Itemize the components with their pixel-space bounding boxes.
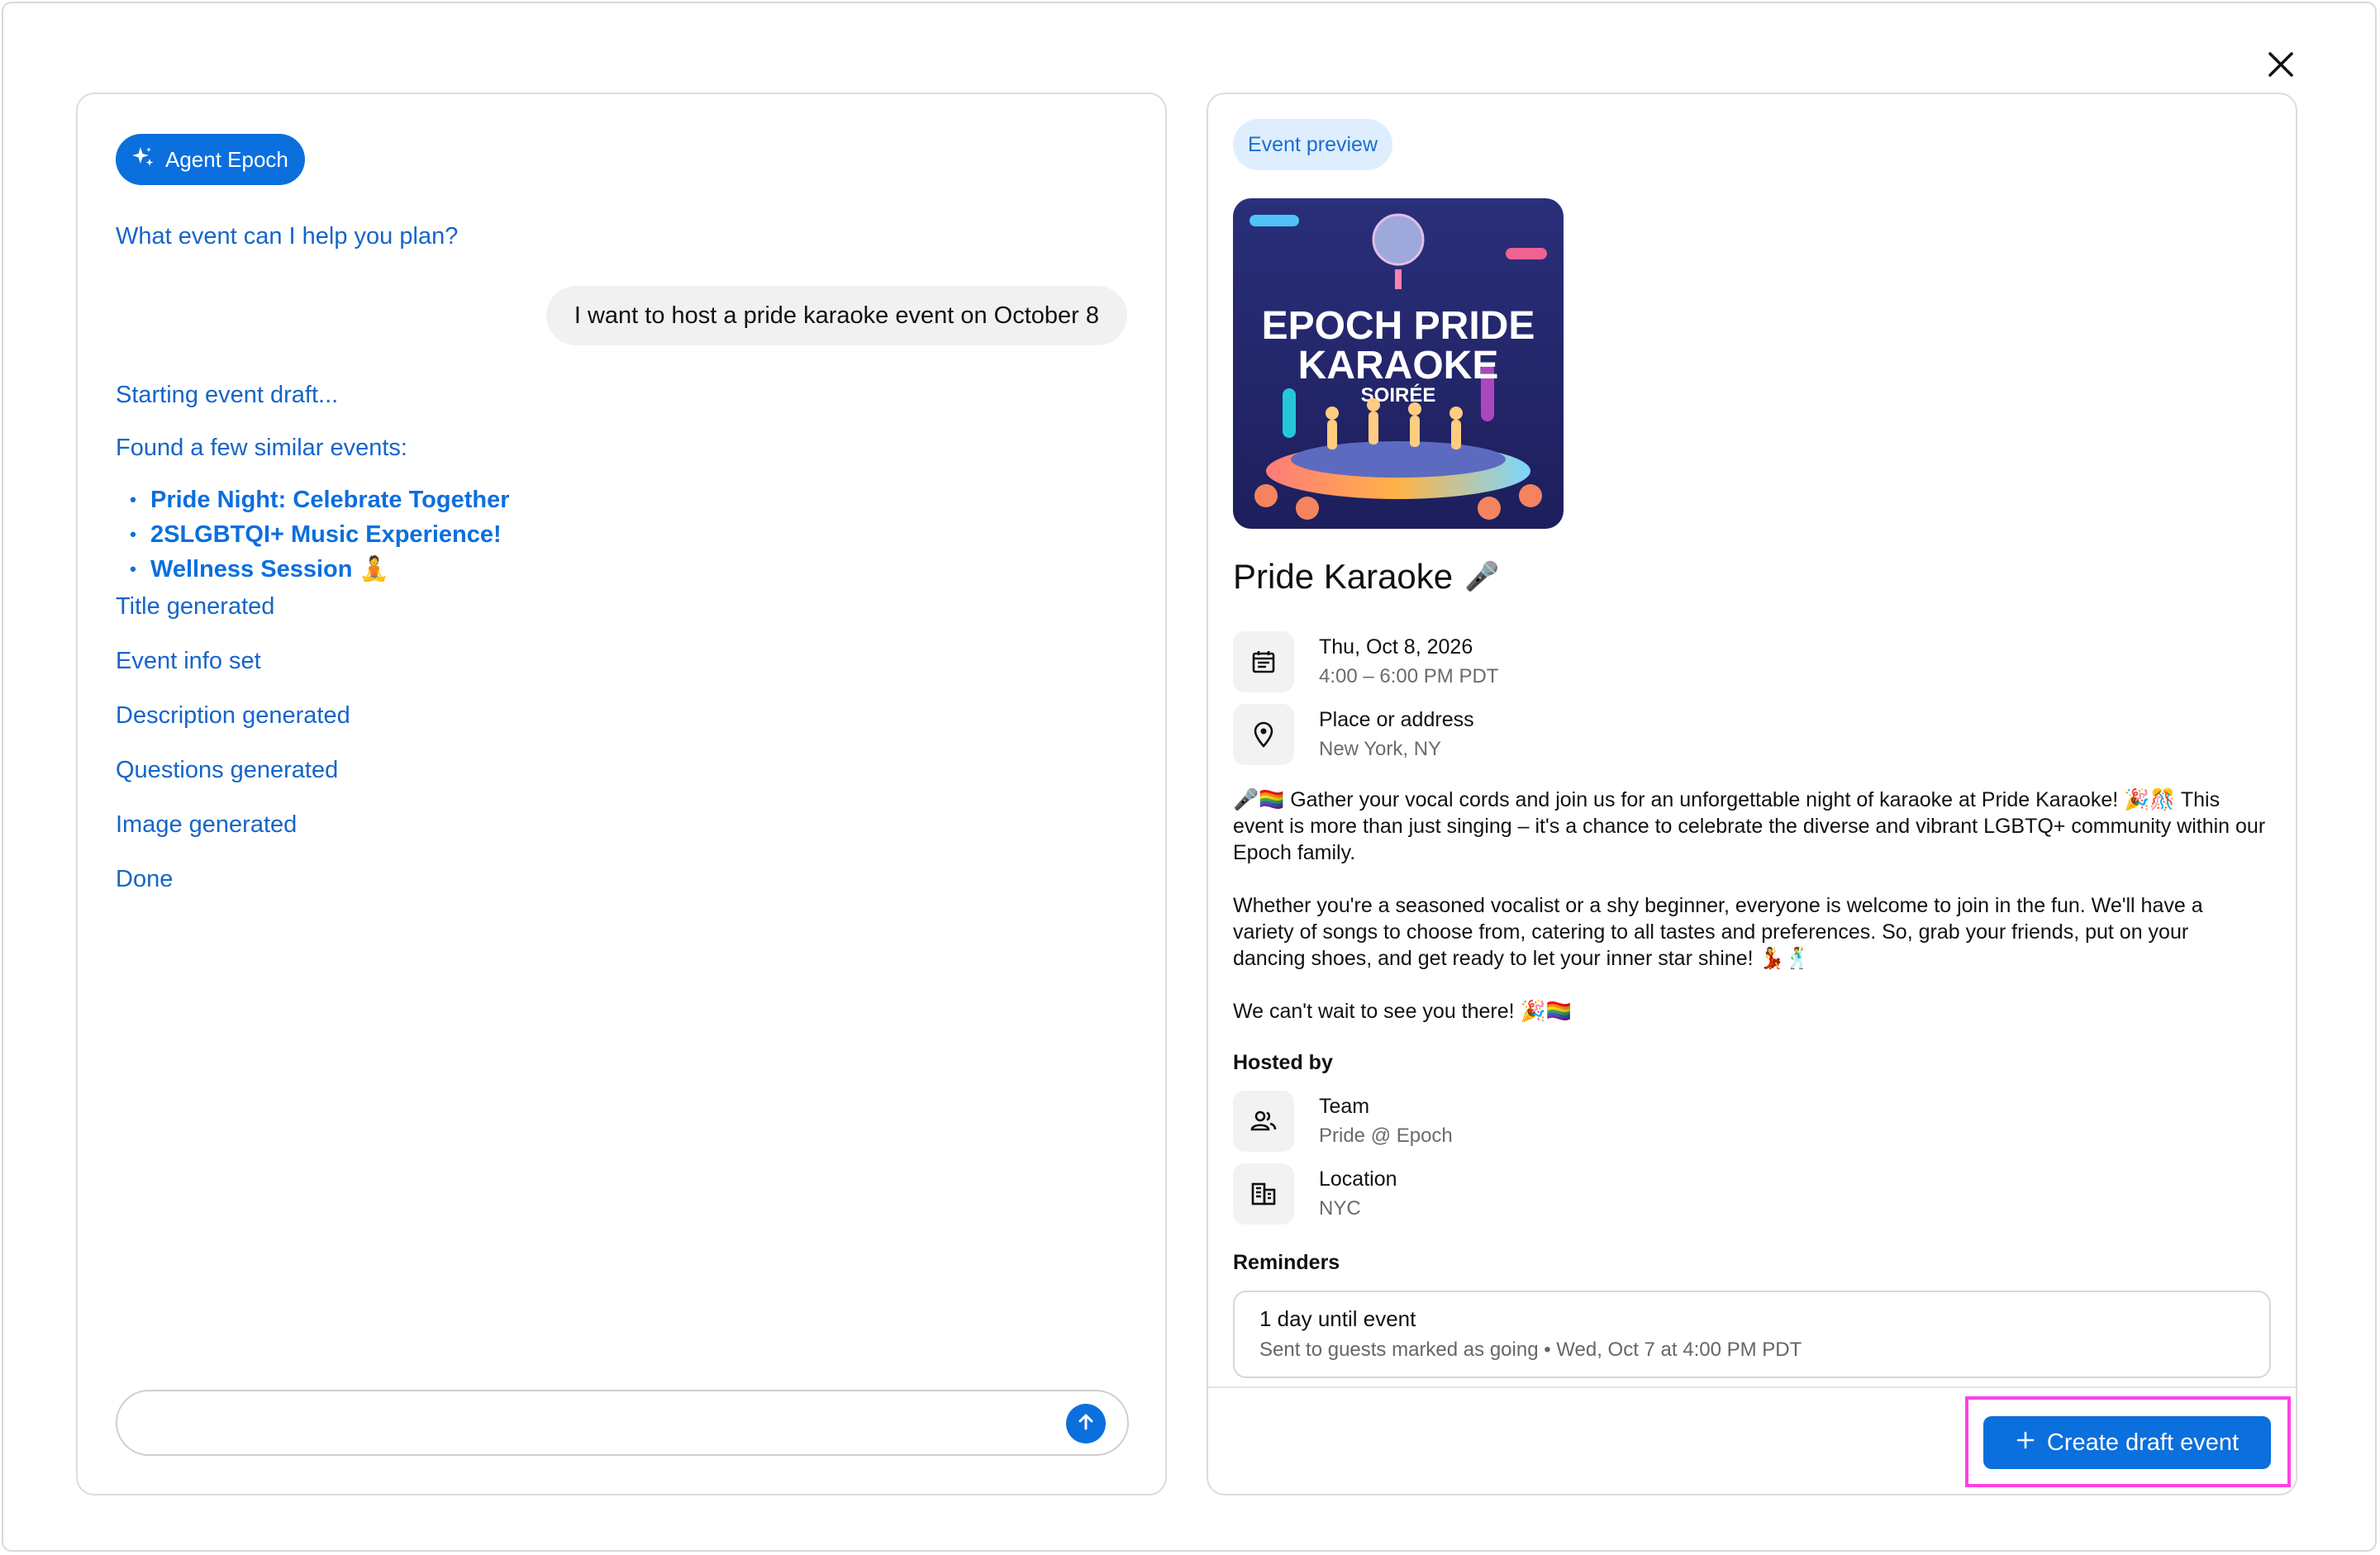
status-description: Description generated bbox=[116, 702, 350, 729]
agent-badge: Agent Epoch bbox=[116, 134, 305, 185]
event-title: Pride Karaoke 🎤 bbox=[1233, 557, 1500, 596]
location-pin-icon bbox=[1233, 704, 1294, 765]
description-paragraph: Whether you're a seasoned vocalist or a … bbox=[1233, 894, 2203, 970]
event-preview-pill: Event preview bbox=[1233, 119, 1393, 170]
event-description: 🎤🏳️‍🌈 Gather your vocal cords and join u… bbox=[1233, 787, 2266, 1051]
chat-panel: Agent Epoch What event can I help you pl… bbox=[76, 93, 1167, 1496]
host-location-label: Location bbox=[1319, 1167, 1397, 1191]
close-icon[interactable] bbox=[2261, 45, 2301, 84]
image-text-line1: EPOCH PRIDE bbox=[1262, 304, 1535, 348]
status-info: Event info set bbox=[116, 648, 261, 674]
building-icon bbox=[1233, 1163, 1294, 1225]
event-date-row: Thu, Oct 8, 2026 4:00 – 6:00 PM PDT bbox=[1233, 631, 1498, 692]
image-text-line2: KARAOKE bbox=[1298, 344, 1499, 388]
status-starting: Starting event draft... bbox=[116, 382, 339, 408]
host-team-row: Team Pride @ Epoch bbox=[1233, 1091, 1453, 1152]
event-cover-image: EPOCH PRIDE KARAOKE SOIRÉE bbox=[1233, 198, 1564, 529]
status-found: Found a few similar events: bbox=[116, 435, 407, 461]
event-time: 4:00 – 6:00 PM PDT bbox=[1319, 665, 1499, 687]
focus-highlight bbox=[1965, 1396, 2291, 1487]
arrow-up-icon bbox=[1075, 1411, 1097, 1437]
reminder-subtitle: Sent to guests marked as going • Wed, Oc… bbox=[1259, 1339, 1802, 1361]
event-preview-panel: Event preview EPOCH PRIDE KARAOKE SOIRÉE bbox=[1207, 93, 2297, 1496]
host-team-label: Team bbox=[1319, 1095, 1370, 1118]
microphone-icon: 🎤 bbox=[1464, 561, 1500, 592]
group-icon bbox=[1233, 1091, 1294, 1152]
status-questions: Questions generated bbox=[116, 757, 339, 783]
sparkle-icon bbox=[131, 145, 155, 175]
event-date: Thu, Oct 8, 2026 bbox=[1319, 635, 1473, 659]
similar-events-list: • Pride Night: Celebrate Together • 2SLGBT… bbox=[116, 483, 510, 587]
status-title: Title generated bbox=[116, 593, 275, 620]
reminders-label: Reminders bbox=[1233, 1251, 1340, 1274]
host-location-value: NYC bbox=[1319, 1197, 1361, 1220]
agent-name: Agent Epoch bbox=[165, 146, 288, 172]
similar-event-link[interactable]: • 2SLGBTQI+ Music Experience! bbox=[116, 517, 510, 552]
similar-event-link[interactable]: • Pride Night: Celebrate Together bbox=[116, 483, 509, 517]
description-paragraph: We can't wait to see you there! 🎉🏳️‍🌈 bbox=[1233, 1000, 1572, 1023]
description-paragraph: 🎤🏳️‍🌈 Gather your vocal cords and join u… bbox=[1233, 788, 2266, 864]
host-team-value: Pride @ Epoch bbox=[1319, 1125, 1453, 1147]
user-message: I want to host a pride karaoke event on … bbox=[545, 286, 1127, 345]
reminder-card[interactable]: 1 day until event Sent to guests marked … bbox=[1233, 1291, 2271, 1378]
agent-prompt: What event can I help you plan? bbox=[116, 223, 459, 250]
reminder-title: 1 day until event bbox=[1259, 1306, 1416, 1331]
hosted-by-label: Hosted by bbox=[1233, 1051, 1333, 1074]
send-button[interactable] bbox=[1066, 1404, 1106, 1443]
event-place-row: Place or address New York, NY bbox=[1233, 704, 1474, 765]
host-location-row: Location NYC bbox=[1233, 1163, 1397, 1225]
footer-divider bbox=[1208, 1386, 2296, 1388]
status-done: Done bbox=[116, 866, 174, 892]
event-place-label: Place or address bbox=[1319, 708, 1474, 731]
similar-event-link[interactable]: • Wellness Session 🧘 bbox=[116, 552, 510, 587]
calendar-icon bbox=[1233, 631, 1294, 692]
chat-input[interactable] bbox=[116, 1390, 1129, 1456]
status-image: Image generated bbox=[116, 811, 298, 838]
event-place-value: New York, NY bbox=[1319, 738, 1442, 760]
